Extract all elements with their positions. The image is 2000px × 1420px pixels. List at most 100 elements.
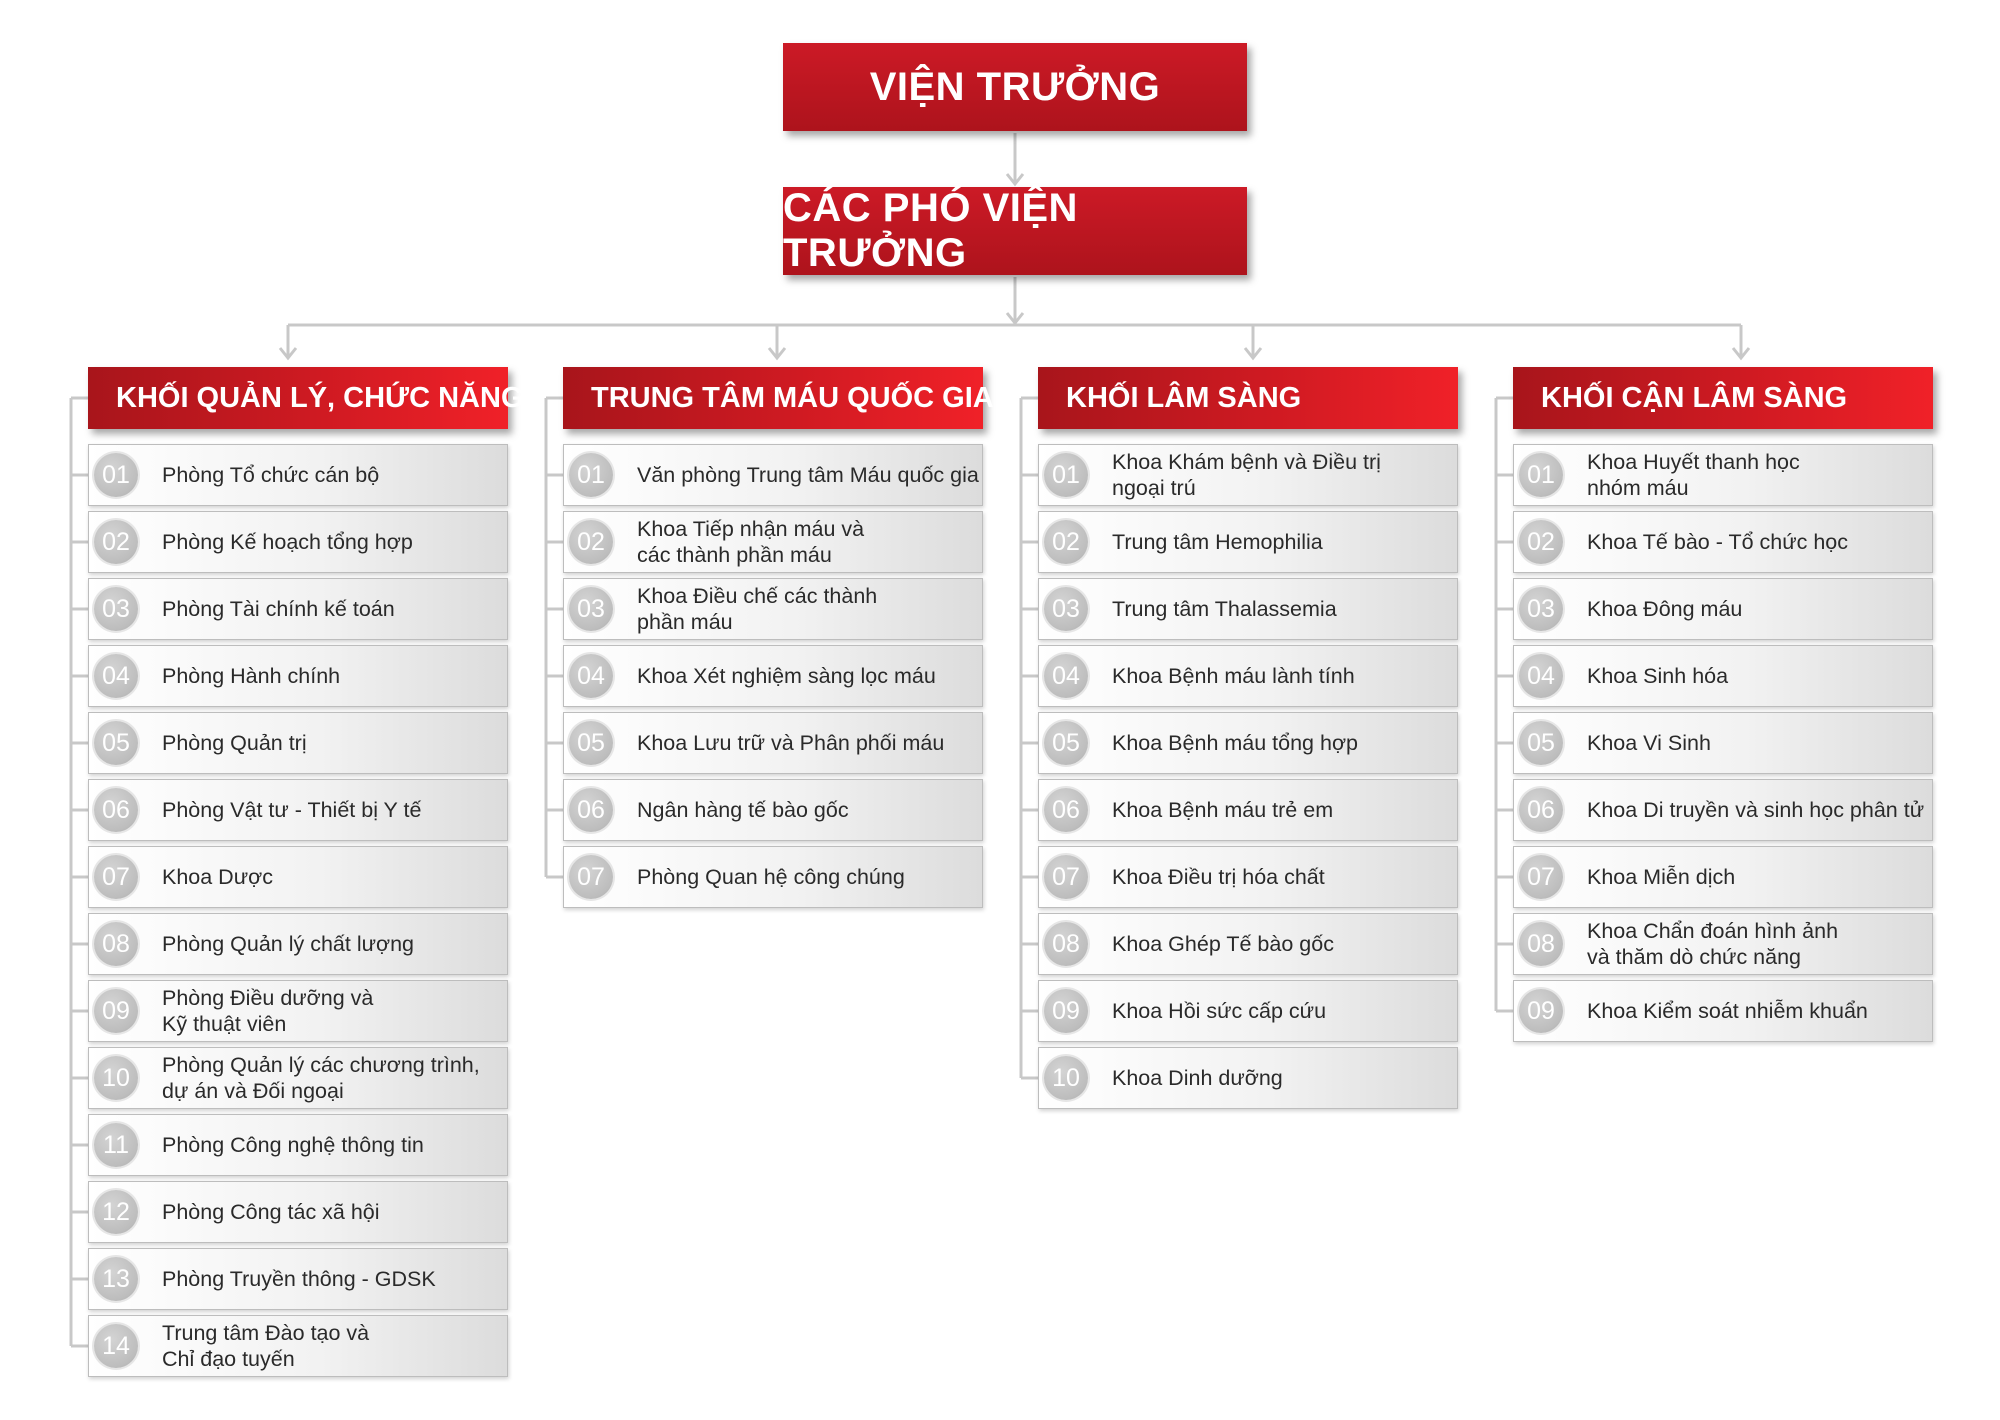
item-label: Phòng Quản lý chất lượng xyxy=(162,932,415,956)
item-number-badge: 01 xyxy=(94,453,138,497)
item-number-badge: 10 xyxy=(1044,1056,1088,1100)
item-label: Phòng Công nghệ thông tin xyxy=(162,1133,424,1157)
item-label: Khoa Bệnh máu trẻ em xyxy=(1112,798,1334,822)
item-number-badge: 01 xyxy=(1519,453,1563,497)
item-number-badge: 08 xyxy=(94,922,138,966)
item-number-badge: 05 xyxy=(94,721,138,765)
arrow-icon xyxy=(1731,347,1751,361)
column-header: TRUNG TÂM MÁU QUỐC GIA xyxy=(563,367,994,429)
item-number-badge: 06 xyxy=(94,788,138,832)
item-number-badge: 01 xyxy=(569,453,613,497)
arrow-icon xyxy=(767,347,787,361)
item-label: Phòng Tài chính kế toán xyxy=(162,597,395,621)
item-label: Ngân hàng tế bào gốc xyxy=(637,798,849,822)
list-item: 02 Phòng Kế hoạch tổng hợp xyxy=(88,511,508,573)
item-number-badge: 04 xyxy=(94,654,138,698)
item-number-badge: 01 xyxy=(1044,453,1088,497)
deputy-directors-title: CÁC PHÓ VIỆN TRƯỞNG xyxy=(783,186,1078,275)
item-label: Trung tâm Hemophilia xyxy=(1112,530,1323,554)
list-item: 10 Khoa Dinh dưỡng xyxy=(1038,1047,1458,1109)
list-item: 14 Trung tâm Đào tạo và Chỉ đạo tuyến xyxy=(88,1315,508,1377)
item-label: Phòng Kế hoạch tổng hợp xyxy=(162,530,413,554)
list-item: 02 Trung tâm Hemophilia xyxy=(1038,511,1458,573)
org-chart: VIỆN TRƯỞNG CÁC PHÓ VIỆN TRƯỞNG KHỐI QUẢ… xyxy=(0,0,2000,1420)
item-number-badge: 14 xyxy=(94,1324,138,1368)
item-number-badge: 03 xyxy=(1519,587,1563,631)
item-label: Khoa Đông máu xyxy=(1587,597,1743,621)
item-number-badge: 09 xyxy=(1044,989,1088,1033)
item-label: Khoa Miễn dịch xyxy=(1587,865,1736,889)
item-label: Khoa Kiểm soát nhiễm khuẩn xyxy=(1587,999,1868,1023)
list-item: 09 Phòng Điều dưỡng và Kỹ thuật viên xyxy=(88,980,508,1042)
list-item: 05 Khoa Vi Sinh xyxy=(1513,712,1933,774)
item-label: Khoa Điều chế các thành phần máu xyxy=(637,584,878,634)
item-number-badge: 04 xyxy=(1519,654,1563,698)
item-label: Khoa Hồi sức cấp cứu xyxy=(1112,999,1327,1023)
list-item: 06 Khoa Bệnh máu trẻ em xyxy=(1038,779,1458,841)
item-label: Phòng Truyền thông - GDSK xyxy=(162,1267,436,1291)
item-number-badge: 06 xyxy=(569,788,613,832)
director-title: VIỆN TRƯỞNG xyxy=(869,64,1161,109)
item-label: Phòng Tổ chức cán bộ xyxy=(162,463,380,487)
list-item: 06 Phòng Vật tư - Thiết bị Y tế xyxy=(88,779,508,841)
item-label: Khoa Sinh hóa xyxy=(1587,664,1729,688)
column-title: KHỐI QUẢN LÝ, CHỨC NĂNG xyxy=(116,381,524,414)
item-number-badge: 13 xyxy=(94,1257,138,1301)
column-header: KHỐI QUẢN LÝ, CHỨC NĂNG xyxy=(88,367,524,429)
list-item: 10 Phòng Quản lý các chương trình, dự án … xyxy=(88,1047,508,1109)
item-number-badge: 08 xyxy=(1519,922,1563,966)
item-number-badge: 07 xyxy=(569,855,613,899)
item-label: Khoa Điều trị hóa chất xyxy=(1112,865,1325,889)
item-number-badge: 04 xyxy=(1044,654,1088,698)
list-item: 07 Khoa Điều trị hóa chất xyxy=(1038,846,1458,908)
item-label: Khoa Lưu trữ và Phân phối máu xyxy=(637,731,945,755)
item-label: Trung tâm Thalassemia xyxy=(1112,597,1337,621)
item-number-badge: 05 xyxy=(1044,721,1088,765)
list-item: 02 Khoa Tiếp nhận máu và các thành phần m… xyxy=(563,511,983,573)
item-number-badge: 10 xyxy=(94,1056,138,1100)
item-number-badge: 03 xyxy=(1044,587,1088,631)
list-item: 03 Khoa Điều chế các thành phần máu xyxy=(563,578,983,640)
list-item: 09 Khoa Hồi sức cấp cứu xyxy=(1038,980,1458,1042)
item-label: Khoa Chẩn đoán hình ảnh và thăm dò chức … xyxy=(1587,919,1839,969)
item-label: Khoa Vi Sinh xyxy=(1587,731,1711,755)
item-number-badge: 03 xyxy=(569,587,613,631)
list-item: 01 Văn phòng Trung tâm Máu quốc gia xyxy=(563,444,983,506)
item-number-badge: 02 xyxy=(569,520,613,564)
list-item: 02 Khoa Tế bào - Tổ chức học xyxy=(1513,511,1933,573)
item-number-badge: 03 xyxy=(94,587,138,631)
item-label: Khoa Xét nghiệm sàng lọc máu xyxy=(637,664,936,688)
arrow-icon xyxy=(1243,347,1263,361)
list-item: 03 Phòng Tài chính kế toán xyxy=(88,578,508,640)
item-number-badge: 09 xyxy=(94,989,138,1033)
list-item: 07 Khoa Miễn dịch xyxy=(1513,846,1933,908)
list-item: 01 Khoa Huyết thanh học nhóm máu xyxy=(1513,444,1933,506)
item-label: Văn phòng Trung tâm Máu quốc gia xyxy=(637,463,979,487)
list-item: 08 Phòng Quản lý chất lượng xyxy=(88,913,508,975)
arrow-icon xyxy=(1005,312,1025,326)
arrow-icon xyxy=(278,347,298,361)
list-item: 05 Phòng Quản trị xyxy=(88,712,508,774)
item-label: Khoa Ghép Tế bào gốc xyxy=(1112,932,1334,956)
item-number-badge: 06 xyxy=(1044,788,1088,832)
list-item: 06 Khoa Di truyền và sinh học phân tử xyxy=(1513,779,1933,841)
list-item: 04 Khoa Bệnh máu lành tính xyxy=(1038,645,1458,707)
list-item: 05 Khoa Lưu trữ và Phân phối máu xyxy=(563,712,983,774)
list-item: 08 Khoa Ghép Tế bào gốc xyxy=(1038,913,1458,975)
item-label: Phòng Vật tư - Thiết bị Y tế xyxy=(162,798,422,822)
item-label: Phòng Quản trị xyxy=(162,731,307,755)
item-number-badge: 12 xyxy=(94,1190,138,1234)
item-number-badge: 09 xyxy=(1519,989,1563,1033)
item-number-badge: 07 xyxy=(1519,855,1563,899)
item-label: Khoa Tế bào - Tổ chức học xyxy=(1587,530,1849,554)
list-item: 04 Khoa Sinh hóa xyxy=(1513,645,1933,707)
list-item: 07 Khoa Dược xyxy=(88,846,508,908)
item-number-badge: 05 xyxy=(1519,721,1563,765)
deputy-directors-box: CÁC PHÓ VIỆN TRƯỞNG xyxy=(783,186,1247,275)
item-number-badge: 06 xyxy=(1519,788,1563,832)
item-label: Khoa Dinh dưỡng xyxy=(1112,1066,1283,1090)
list-item: 09 Khoa Kiểm soát nhiễm khuẩn xyxy=(1513,980,1933,1042)
list-item: 04 Phòng Hành chính xyxy=(88,645,508,707)
column-header: KHỐI LÂM SÀNG xyxy=(1038,367,1458,429)
item-label: Khoa Huyết thanh học nhóm máu xyxy=(1587,450,1800,500)
